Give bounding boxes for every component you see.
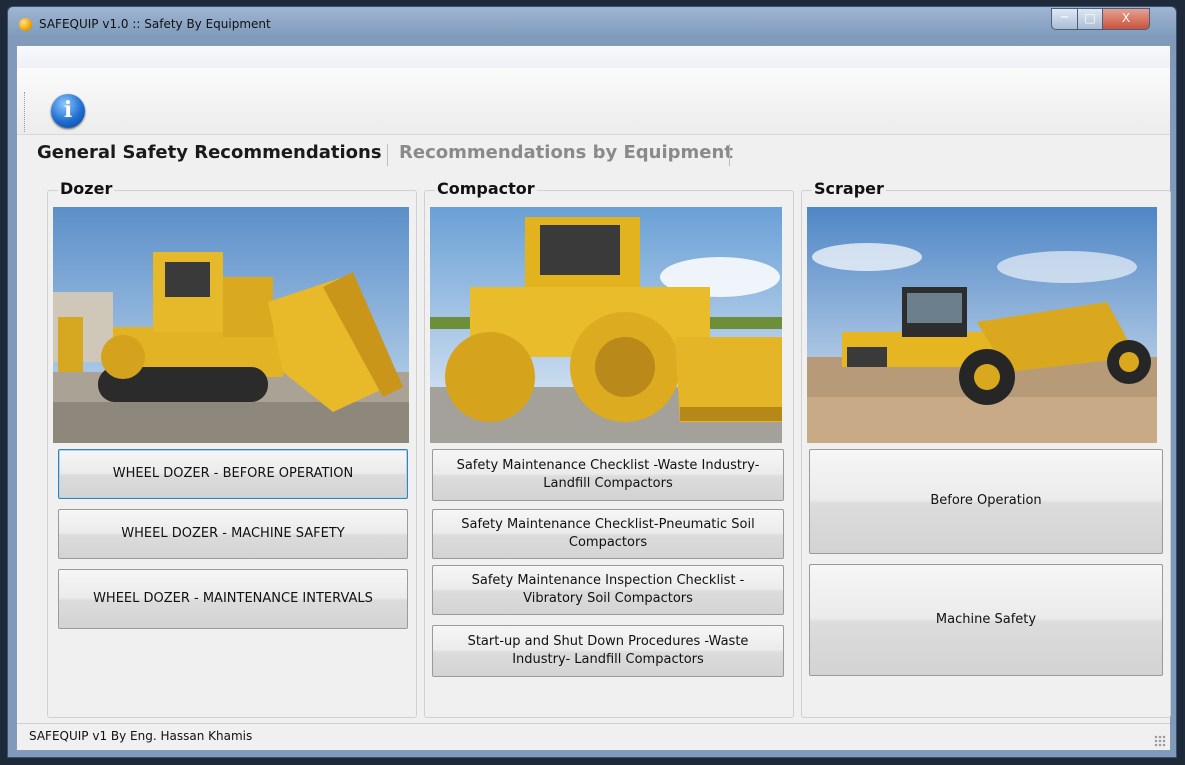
tab-by-equipment[interactable]: Recommendations by Equipment	[399, 142, 733, 163]
dozer-before-operation-button[interactable]: WHEEL DOZER - BEFORE OPERATION	[58, 449, 408, 499]
close-button[interactable]: X	[1102, 8, 1150, 30]
compactor-startup-shutdown-button[interactable]: Start-up and Shut Down Procedures -Waste…	[432, 625, 784, 677]
compactor-vibratory-soil-checklist-button[interactable]: Safety Maintenance Inspection Checklist …	[432, 565, 784, 615]
compactor-waste-landfill-checklist-button[interactable]: Safety Maintenance Checklist -Waste Indu…	[432, 449, 784, 501]
dozer-machine-safety-button[interactable]: WHEEL DOZER - MACHINE SAFETY	[58, 509, 408, 559]
dozer-maintenance-intervals-button[interactable]: WHEEL DOZER - MAINTENANCE INTERVALS	[58, 569, 408, 629]
compactor-photo	[430, 207, 782, 443]
status-bar: SAFEQUIP v1 By Eng. Hassan Khamis	[17, 723, 1170, 750]
group-title-scraper: Scraper	[812, 179, 886, 198]
compactor-group: Compactor Safety Maintenance Checklist -…	[424, 179, 794, 718]
window-title: SAFEQUIP v1.0 :: Safety By Equipment	[39, 17, 271, 31]
group-title-dozer: Dozer	[58, 179, 115, 198]
tab-general-safety[interactable]: General Safety Recommendations	[37, 142, 382, 163]
application-window: SAFEQUIP v1.0 :: Safety By Equipment ─ □…	[7, 6, 1177, 758]
scraper-group: Scraper Before Operation Machine Safety	[801, 179, 1171, 718]
dozer-photo	[53, 207, 409, 443]
toolbar: i	[17, 68, 1170, 135]
title-bar[interactable]: SAFEQUIP v1.0 :: Safety By Equipment ─ □…	[8, 7, 1176, 41]
status-text: SAFEQUIP v1 By Eng. Hassan Khamis	[29, 729, 253, 743]
compactor-pneumatic-soil-checklist-button[interactable]: Safety Maintenance Checklist-Pneumatic S…	[432, 509, 784, 559]
close-icon: X	[1121, 11, 1131, 25]
scraper-photo	[807, 207, 1157, 443]
menu-strip	[17, 46, 1170, 68]
tab-divider	[387, 144, 388, 166]
toolbar-grip[interactable]	[24, 92, 28, 132]
group-title-compactor: Compactor	[435, 179, 537, 198]
info-icon[interactable]: i	[51, 94, 85, 128]
client-area: i General Safety Recommendations Recomme…	[16, 45, 1171, 751]
scraper-before-operation-button[interactable]: Before Operation	[809, 449, 1163, 554]
resize-grip-icon[interactable]	[1154, 735, 1166, 747]
minimize-icon: ─	[1060, 10, 1069, 24]
app-logo-icon	[19, 18, 32, 31]
maximize-icon: □	[1084, 11, 1096, 25]
dozer-group: Dozer WHEEL DOZER - BEFORE OPERATION WHE…	[47, 179, 417, 718]
maximize-button[interactable]: □	[1077, 8, 1103, 30]
info-glyph: i	[63, 97, 73, 123]
minimize-button[interactable]: ─	[1051, 8, 1078, 30]
tab-divider	[729, 144, 730, 166]
scraper-machine-safety-button[interactable]: Machine Safety	[809, 564, 1163, 676]
